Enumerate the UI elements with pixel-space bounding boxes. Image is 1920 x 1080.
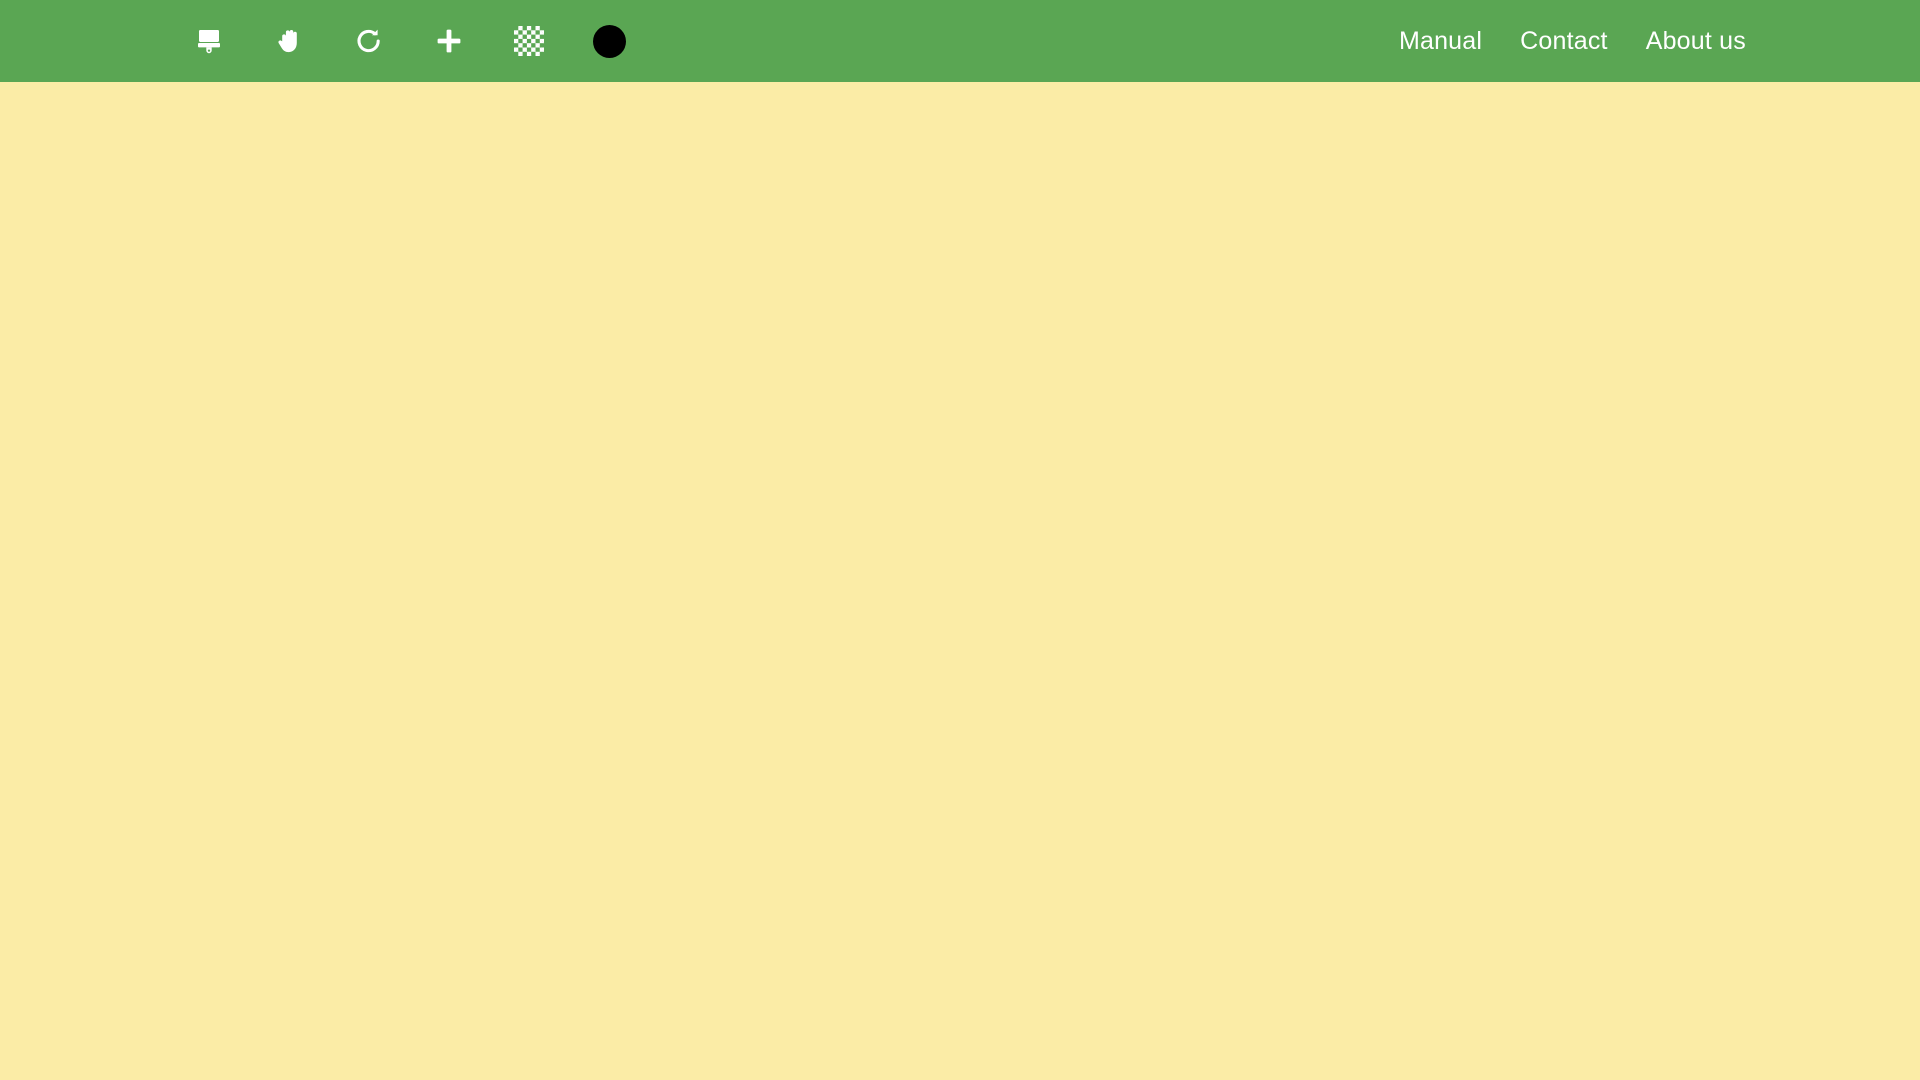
plus-icon — [433, 25, 465, 57]
hand-icon — [273, 25, 305, 57]
checkerboard-icon — [514, 26, 544, 56]
color-swatch-icon — [592, 24, 626, 58]
hand-tool-button[interactable] — [268, 20, 310, 62]
brush-tool-button[interactable] — [188, 20, 230, 62]
nav-link-about-us[interactable]: About us — [1627, 28, 1765, 54]
color-picker-button[interactable] — [588, 20, 630, 62]
add-tool-button[interactable] — [428, 20, 470, 62]
toolbar — [188, 0, 630, 82]
drawing-canvas[interactable] — [0, 82, 1920, 1080]
main-nav: Manual Contact About us — [1380, 0, 1920, 82]
paint-brush-icon — [193, 25, 225, 57]
nav-link-contact[interactable]: Contact — [1501, 28, 1627, 54]
redo-tool-button[interactable] — [348, 20, 390, 62]
app-header: Manual Contact About us — [0, 0, 1920, 82]
pattern-tool-button[interactable] — [508, 20, 550, 62]
nav-link-manual[interactable]: Manual — [1380, 28, 1501, 54]
redo-icon — [353, 25, 385, 57]
